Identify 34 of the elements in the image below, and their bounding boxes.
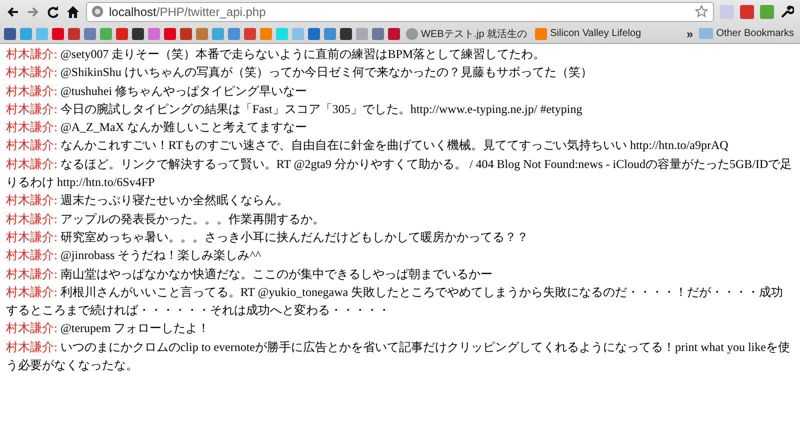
tweet-text: 村木謙介: アップルの発表長かった。。。作業再開するか。 (6, 210, 326, 228)
forward-icon[interactable] (26, 5, 40, 19)
tweet-text: 村木謙介: いつのまにかクロムのclip to evernoteが勝手に広告とかを省いて記事だけクリッピングしてくれるようになってる！print what you likeを使う必要がなくなったな。 (6, 338, 791, 374)
home-icon[interactable] (66, 5, 80, 19)
address-bar[interactable]: localhost/PHP/twitter_api.php (86, 2, 714, 22)
url-text: localhost/PHP/twitter_api.php (109, 5, 266, 19)
bookmark-link[interactable]: WEBテスト.jp 就活生の (404, 26, 530, 40)
tweet-text: 村木謙介: @A_Z_MaX なんか難しいこと考えてますなー (6, 119, 308, 136)
tweet-text: 村木謙介: @terupem フォローしたよ！ (6, 320, 211, 338)
bookmark-icon[interactable] (4, 28, 16, 40)
bookmark-icon[interactable] (388, 28, 400, 40)
bookmark-icon[interactable] (180, 28, 192, 40)
tweet-text: 村木謙介: @jinrobass そうだね！楽しみ楽しみ^^ (6, 247, 262, 264)
tweet-text: 村木謙介: @tushuhei 修ちゃんやっぱタイピング早いなー (6, 82, 308, 100)
bookmark-link[interactable]: Silicon Valley Lifelog (533, 28, 644, 40)
reload-icon[interactable] (46, 5, 60, 19)
tweet-text: 村木謙介: 利根川さんがいいこと言ってる。RT @yukio_tonegawa 失敗したところでやめてしまうから失敗になるのだ・・・・！だが・・・・成功するところまで続ければ・・・・・・それは成功へと変わる・・・・・ (6, 284, 784, 320)
tweet-text: 村木謙介: なるほど。リンクで解決するって賢い。RT @2gta9 分かりやすくて助かる。 / 404 Blog Not Found:news - iCloudの容量がたった5GB/IDで足りるわけ http://htn.to/6Sv4FP (6, 156, 794, 192)
tweet-text: 村木謙介: なんかこれすごい！RTものすごい速さで、自由自在に針金を曲げていく機械。見ててすっごい気持ちいい http://htn.to/a9prAQ (6, 137, 730, 154)
bookmark-icon[interactable] (68, 28, 80, 40)
tweet-text: 村木謙介: 週末たっぷり寝たせいか全然眠くならん。 (6, 192, 290, 210)
wrench-icon[interactable] (780, 5, 794, 19)
back-icon[interactable] (6, 5, 20, 19)
tweet-text: 村木謙介: 今日の腕試しタイピングの結果は「Fast」スコア「305」でした。http://www.e-typing.ne.jp/ #etyping (6, 100, 584, 118)
globe-icon (91, 5, 105, 19)
tweet-text: 村木謙介: @sety007 走りそー（笑）本番で走らないように直前の練習はBPM落として練習してたわ。 (6, 46, 546, 63)
other-bookmarks-folder[interactable]: Other Bookmarks (697, 28, 796, 39)
bookmark-icon[interactable] (132, 28, 144, 40)
bookmark-icon[interactable] (340, 28, 352, 40)
tweet-text: 村木謙介: 南山堂はやっぱなかなか快適だな。ここのが集中できるしやっぱ朝までいるかー (6, 266, 494, 283)
tweet-text: 村木謙介: @ShikinShu けいちゃんの写真が（笑）ってか今日ゼミ何で来なかったの？見藤もサボってた（笑） (6, 64, 594, 82)
star-icon[interactable] (695, 5, 709, 19)
tweet-text: 村木謙介: 研究室めっちゃ暑い。。。さっき小耳に挟んだんだけどもしかして暖房かかってる？？ (6, 228, 530, 246)
more-bookmarks-button[interactable]: » (686, 26, 694, 40)
